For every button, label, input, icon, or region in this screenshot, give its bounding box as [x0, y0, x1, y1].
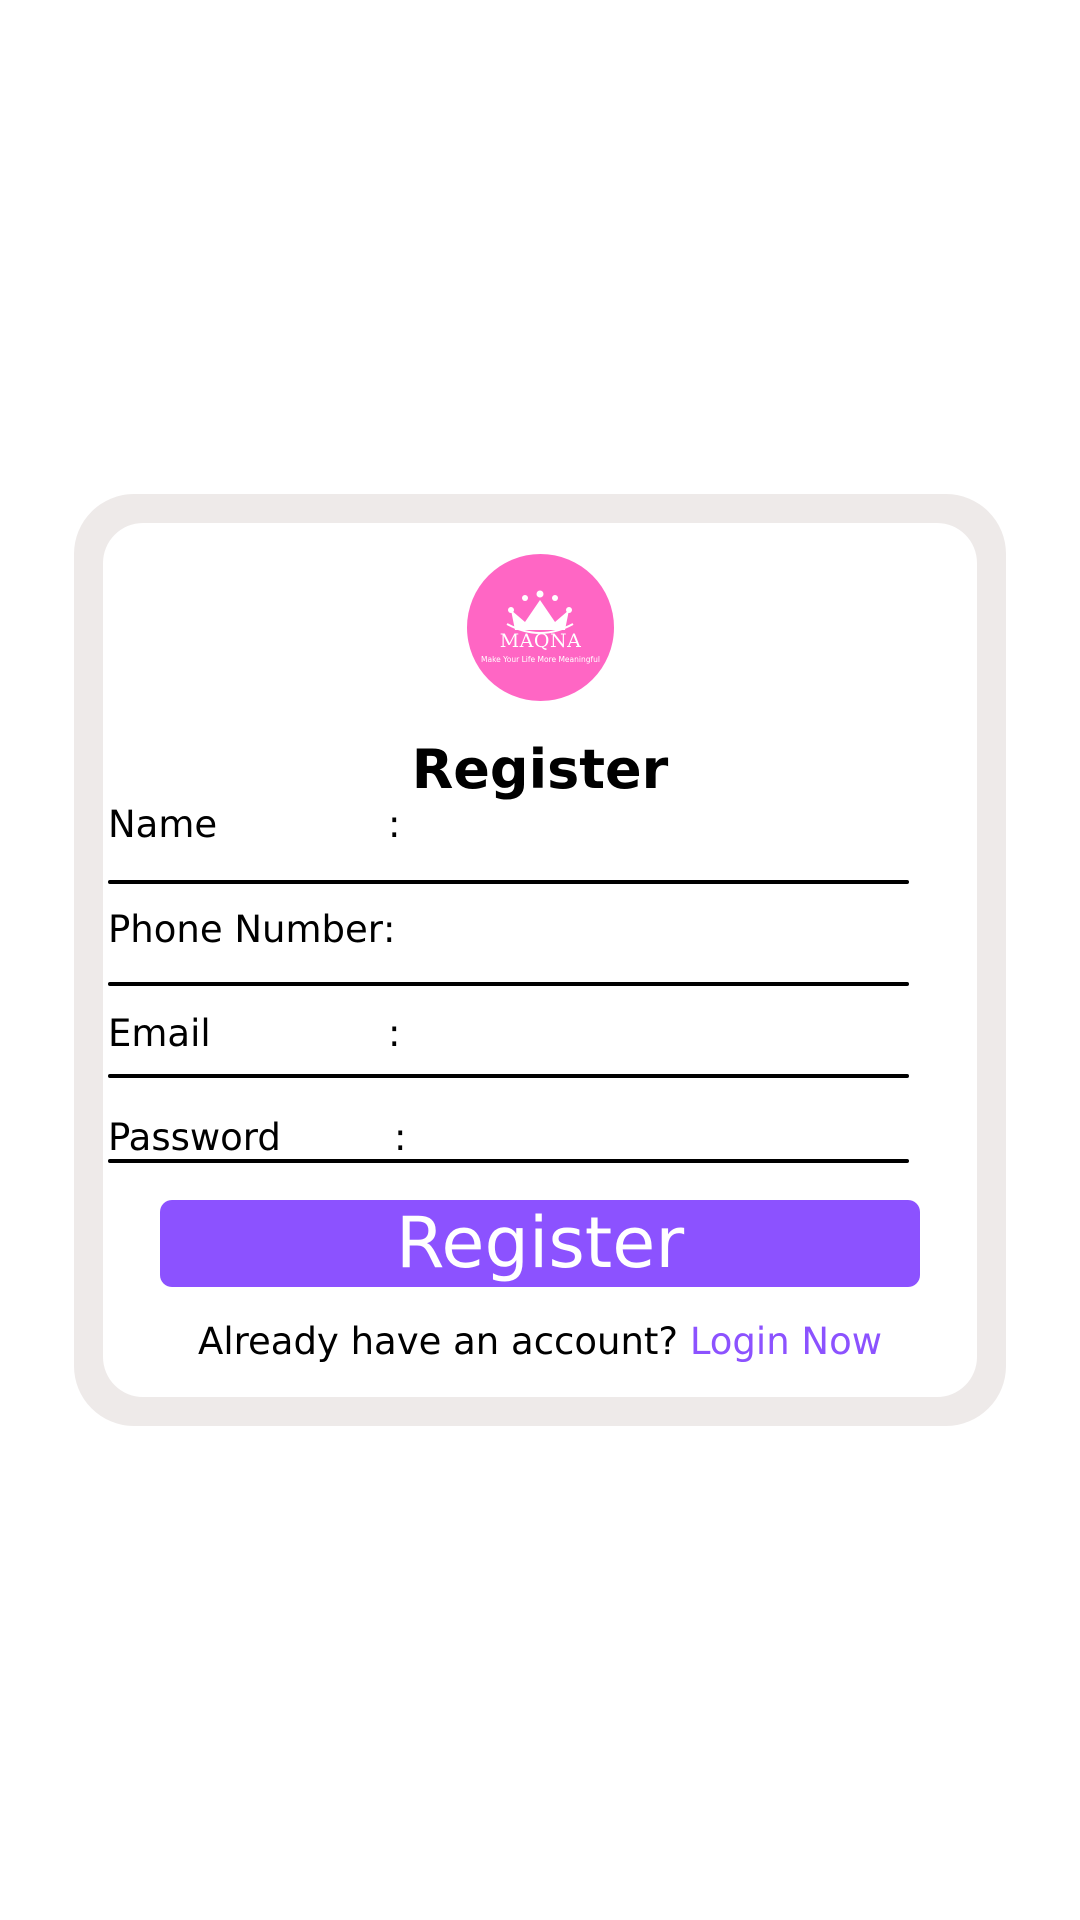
password-field[interactable]: [410, 1116, 904, 1162]
name-label: Name: [108, 803, 218, 846]
email-label: Email: [108, 1012, 211, 1055]
name-colon: :: [388, 803, 401, 846]
name-field[interactable]: [410, 820, 904, 866]
phone-colon: :: [383, 908, 396, 951]
page-title: Register: [411, 738, 669, 801]
crown-icon: [506, 590, 574, 634]
brand-tagline: Make Your Life More Meaningful: [481, 655, 600, 664]
email-colon: :: [388, 1012, 401, 1055]
email-field[interactable]: [410, 1030, 904, 1076]
register-button[interactable]: Register: [160, 1200, 920, 1287]
password-label: Password: [108, 1116, 281, 1159]
phone-label: Phone Number: [108, 908, 384, 951]
email-underline: [108, 1074, 909, 1078]
brand-name: MAQNA: [499, 630, 582, 652]
login-now-link[interactable]: Login Now: [690, 1320, 882, 1363]
phone-field[interactable]: [410, 925, 904, 971]
login-prompt-text: Already have an account?: [198, 1320, 690, 1363]
login-prompt: Already have an account? Login Now: [0, 1320, 1080, 1363]
name-underline: [108, 880, 909, 884]
password-underline: [108, 1159, 909, 1163]
phone-underline: [108, 982, 909, 986]
brand-logo: MAQNA Make Your Life More Meaningful: [467, 554, 614, 701]
password-colon: :: [394, 1116, 407, 1159]
